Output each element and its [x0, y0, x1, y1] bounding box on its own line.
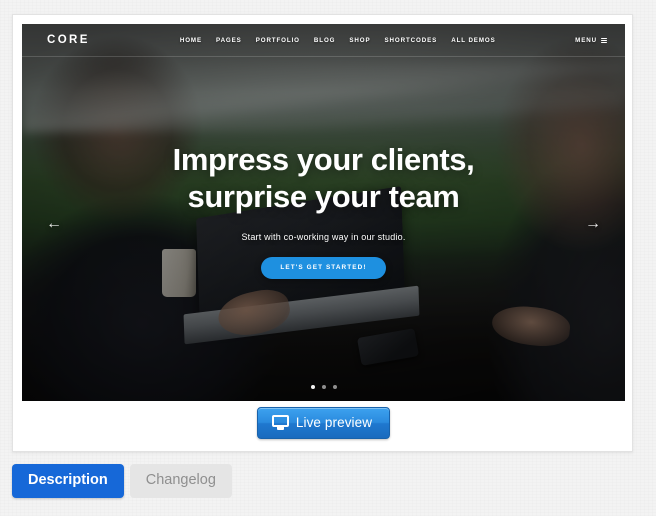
slider-dot-3[interactable] — [332, 385, 337, 389]
live-preview-button[interactable]: Live preview — [256, 406, 391, 439]
nav-item-shortcodes[interactable]: SHORTCODES — [385, 37, 438, 44]
slider-dot-2[interactable] — [321, 385, 326, 389]
hero-content: Impress your clients, surprise your team… — [22, 142, 625, 279]
nav-item-portfolio[interactable]: PORTFOLIO — [256, 37, 300, 44]
hamburger-icon — [601, 37, 607, 43]
hero-headline-line-1: Impress your clients, — [172, 142, 475, 177]
slider-pagination-dots — [22, 385, 625, 389]
hero-main-menu: HOME PAGES PORTFOLIO BLOG SHOP SHORTCODE… — [180, 37, 496, 44]
hero-cta-button[interactable]: LET'S GET STARTED! — [261, 256, 386, 279]
slider-prev-arrow-icon[interactable]: ← — [46, 216, 62, 232]
content-tabs: Description Changelog — [12, 464, 232, 498]
hero-navigation-bar: CORE HOME PAGES PORTFOLIO BLOG SHOP SHOR… — [22, 24, 625, 57]
hero-headline-line-2: surprise your team — [187, 178, 460, 214]
slider-next-arrow-icon[interactable]: → — [585, 216, 601, 232]
hero-slider-screenshot: CORE HOME PAGES PORTFOLIO BLOG SHOP SHOR… — [22, 24, 625, 401]
tab-changelog[interactable]: Changelog — [129, 464, 232, 498]
nav-item-blog[interactable]: BLOG — [314, 37, 335, 44]
menu-toggle-button[interactable]: MENU — [575, 37, 607, 44]
live-preview-label: Live preview — [295, 414, 373, 430]
hero-subtitle: Start with co-working way in our studio. — [241, 231, 406, 242]
site-logo[interactable]: CORE — [47, 34, 90, 46]
slider-dot-1[interactable] — [310, 385, 315, 389]
hero-headline: Impress your clients, surprise your team — [22, 142, 625, 216]
monitor-icon — [271, 414, 289, 430]
theme-preview-card: CORE HOME PAGES PORTFOLIO BLOG SHOP SHOR… — [12, 14, 633, 452]
tab-description[interactable]: Description — [12, 464, 124, 498]
nav-item-pages[interactable]: PAGES — [216, 37, 242, 44]
live-preview-row: Live preview — [22, 401, 625, 444]
nav-item-all-demos[interactable]: ALL DEMOS — [451, 37, 495, 44]
nav-item-shop[interactable]: SHOP — [349, 37, 370, 44]
nav-item-home[interactable]: HOME — [180, 37, 202, 44]
menu-toggle-label: MENU — [575, 36, 597, 44]
